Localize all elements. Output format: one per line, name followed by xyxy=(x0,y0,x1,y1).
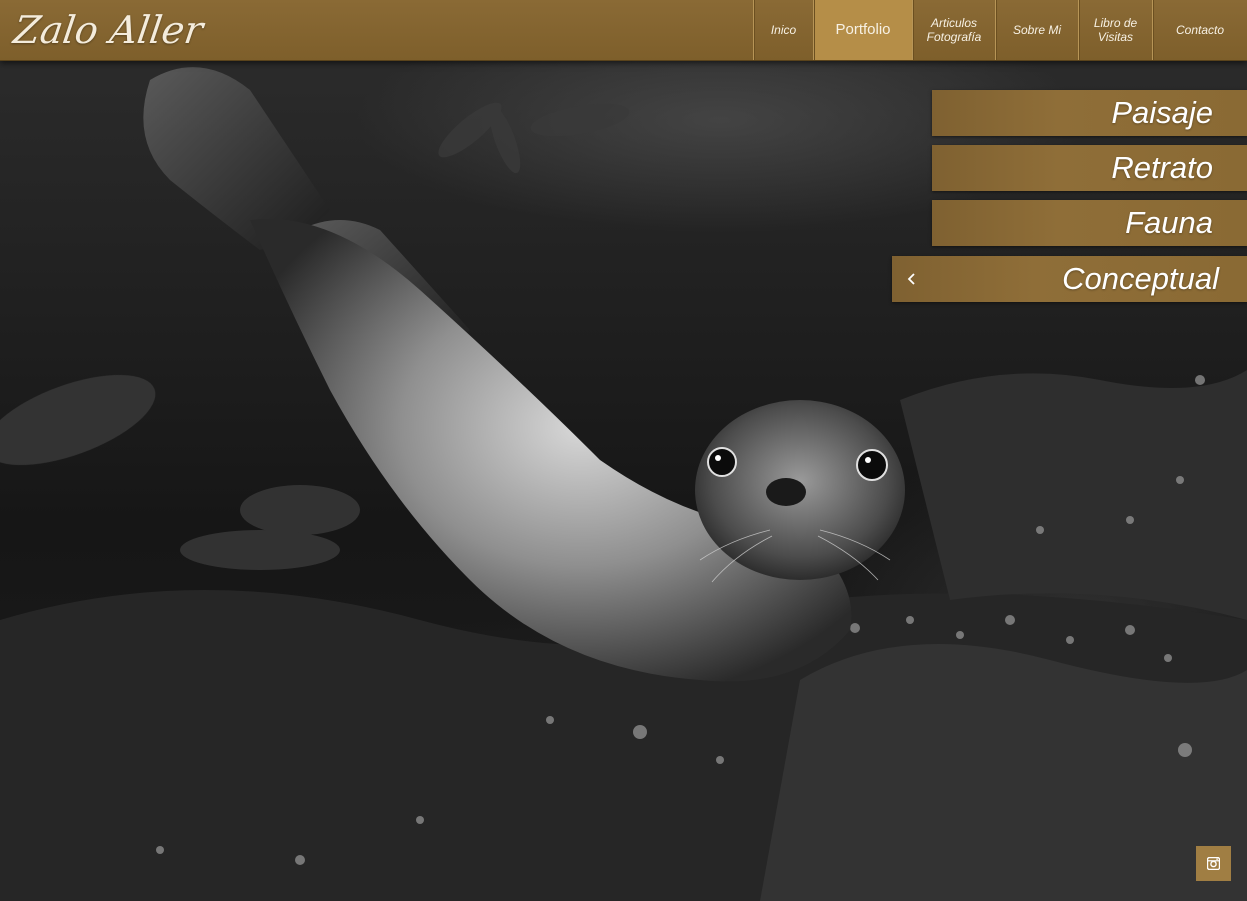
nav-item-label: Articulos Fotografía xyxy=(926,16,982,44)
chevron-left-icon xyxy=(907,273,915,285)
portfolio-item-label: Paisaje xyxy=(1111,95,1213,130)
portfolio-item-label: Fauna xyxy=(1125,205,1213,240)
instagram-icon xyxy=(1207,857,1220,870)
nav-item-contacto[interactable]: Contacto xyxy=(1152,0,1247,60)
nav-item-label: Sobre Mi xyxy=(1012,23,1062,37)
nav-item-libro-de-visitas[interactable]: Libro de Visitas xyxy=(1078,0,1152,60)
page: Zalo Aller Inico Portfolio Articulos Fot… xyxy=(0,0,1247,901)
nav-item-label: Portfolio xyxy=(835,21,891,38)
portfolio-item-paisaje[interactable]: Paisaje xyxy=(932,90,1247,136)
portfolio-item-fauna[interactable]: Fauna xyxy=(932,200,1247,246)
nav-item-articulos[interactable]: Articulos Fotografía xyxy=(912,0,995,60)
portfolio-item-label: Conceptual xyxy=(1062,261,1219,296)
site-header: Zalo Aller Inico Portfolio Articulos Fot… xyxy=(0,0,1247,61)
nav-item-label: Contacto xyxy=(1175,23,1225,37)
instagram-button[interactable] xyxy=(1196,846,1231,881)
portfolio-item-retrato[interactable]: Retrato xyxy=(932,145,1247,191)
nav-item-portfolio[interactable]: Portfolio xyxy=(813,0,912,60)
portfolio-item-conceptual[interactable]: Conceptual xyxy=(892,256,1247,302)
site-logo[interactable]: Zalo Aller xyxy=(10,4,206,56)
main-nav: Inico Portfolio Articulos Fotografía Sob… xyxy=(753,0,1247,60)
nav-item-label: Libro de Visitas xyxy=(1093,16,1138,44)
nav-item-inicio[interactable]: Inico xyxy=(753,0,813,60)
portfolio-item-label: Retrato xyxy=(1111,150,1213,185)
nav-item-label: Inico xyxy=(770,23,797,37)
nav-item-sobre-mi[interactable]: Sobre Mi xyxy=(995,0,1078,60)
